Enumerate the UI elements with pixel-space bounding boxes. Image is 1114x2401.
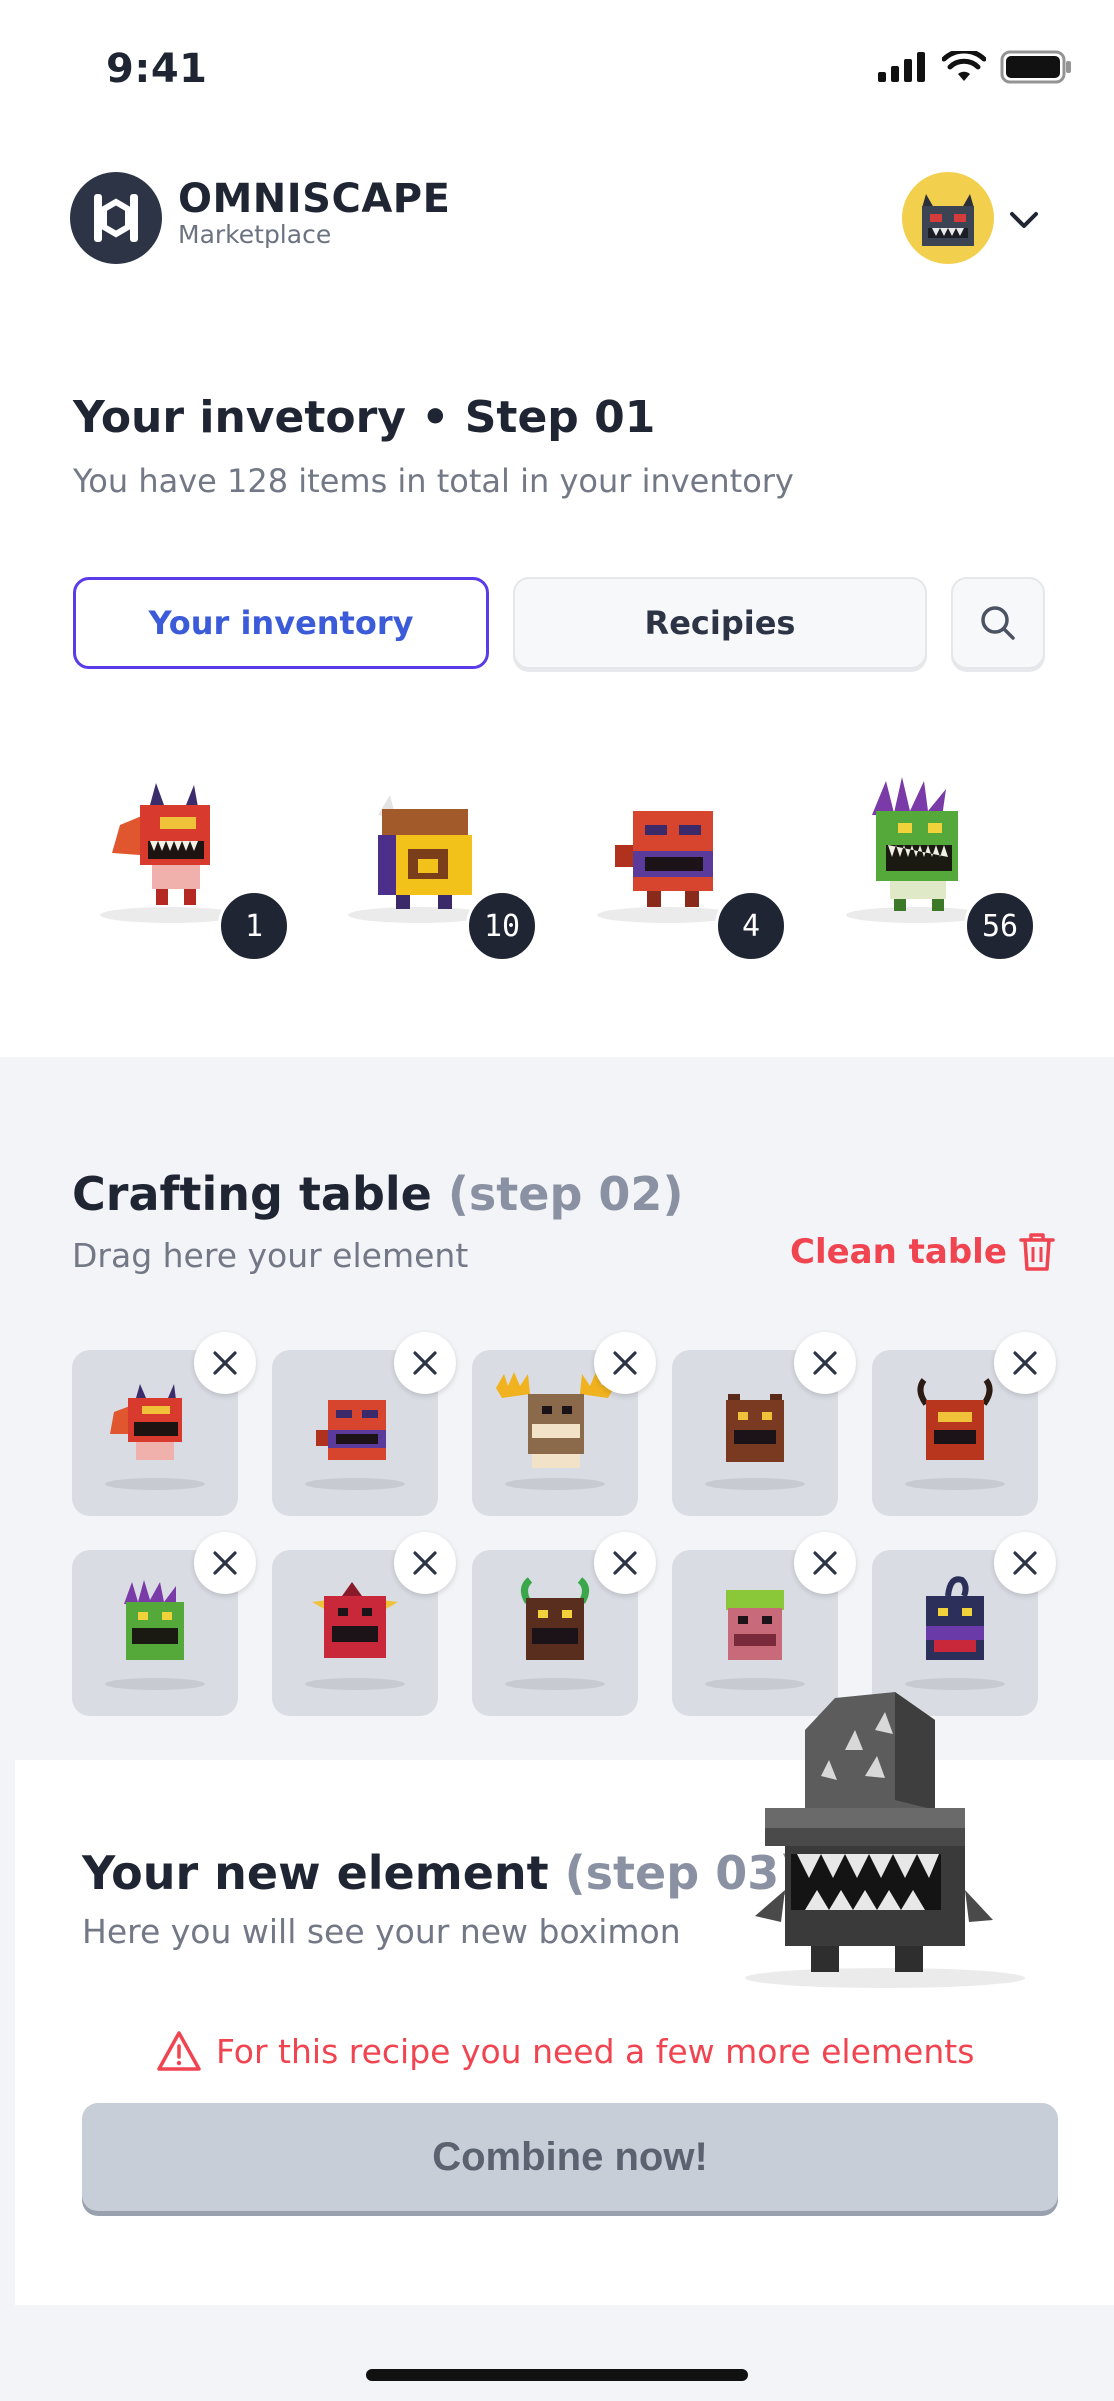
wifi-icon xyxy=(942,51,986,81)
clean-table-label: Clean table xyxy=(790,1232,1007,1272)
inventory-item[interactable]: 1 xyxy=(90,775,290,962)
crafting-slot[interactable] xyxy=(72,1332,256,1516)
search-icon xyxy=(981,606,1015,640)
recipe-warning: For this recipe you need a few more elem… xyxy=(156,2030,974,2072)
inventory-title: Your invetory • Step 01 xyxy=(73,392,656,443)
remove-slot-button[interactable] xyxy=(594,1532,656,1594)
omniscape-logo-icon xyxy=(70,172,162,264)
remove-slot-button[interactable] xyxy=(394,1532,456,1594)
remove-slot-button[interactable] xyxy=(394,1332,456,1394)
warning-icon xyxy=(157,2031,201,2071)
item-quantity-badge: 4 xyxy=(715,890,787,962)
battery-icon xyxy=(1000,50,1071,84)
close-icon xyxy=(413,1551,437,1575)
crafting-slot[interactable] xyxy=(472,1332,656,1516)
remove-slot-button[interactable] xyxy=(794,1532,856,1594)
close-icon xyxy=(413,1351,437,1375)
status-time: 9:41 xyxy=(106,46,208,92)
avatar-boximon-icon xyxy=(922,194,974,246)
result-subtitle: Here you will see your new boximon xyxy=(82,1912,681,1951)
item-quantity-badge: 1 xyxy=(218,890,290,962)
result-title: Your new element (step 03) xyxy=(82,1846,800,1900)
inventory-item[interactable]: 10 xyxy=(338,775,538,962)
brand-subtitle: Marketplace xyxy=(178,220,332,249)
signal-icon xyxy=(878,52,925,82)
remove-slot-button[interactable] xyxy=(994,1332,1056,1394)
inventory-subtitle: You have 128 items in total in your inve… xyxy=(73,462,794,500)
crafting-slot[interactable] xyxy=(272,1332,456,1516)
recipe-warning-text: For this recipe you need a few more elem… xyxy=(216,2031,975,2071)
chevron-down-icon[interactable] xyxy=(1004,200,1044,240)
crafting-subtitle: Drag here your element xyxy=(72,1236,469,1275)
close-icon xyxy=(613,1551,637,1575)
crafting-slot[interactable] xyxy=(272,1532,456,1716)
remove-slot-button[interactable] xyxy=(994,1532,1056,1594)
close-icon xyxy=(213,1551,237,1575)
close-icon xyxy=(1013,1551,1037,1575)
remove-slot-button[interactable] xyxy=(194,1532,256,1594)
status-icons xyxy=(878,50,1072,84)
crafting-slot[interactable] xyxy=(872,1332,1056,1516)
gray-boximon-preview-icon xyxy=(745,1692,1025,1988)
brand-name: OMNISCAPE xyxy=(178,176,451,222)
remove-slot-button[interactable] xyxy=(194,1332,256,1394)
clean-table-button[interactable]: Clean table xyxy=(790,1232,1055,1272)
avatar[interactable] xyxy=(902,172,994,264)
crafting-slot[interactable] xyxy=(472,1532,656,1716)
crafting-title-step: (step 02) xyxy=(447,1167,684,1221)
inventory-item[interactable]: 56 xyxy=(836,775,1036,962)
close-icon xyxy=(813,1351,837,1375)
brand: OMNISCAPE Marketplace xyxy=(178,176,450,249)
close-icon xyxy=(613,1351,637,1375)
inventory-item[interactable]: 4 xyxy=(587,775,787,962)
search-button[interactable] xyxy=(951,577,1045,669)
tab-recipies[interactable]: Recipies xyxy=(513,577,927,669)
crafting-slot[interactable] xyxy=(72,1532,256,1716)
close-icon xyxy=(1013,1351,1037,1375)
close-icon xyxy=(813,1551,837,1575)
combine-now-button[interactable]: Combine now! xyxy=(82,2103,1058,2211)
remove-slot-button[interactable] xyxy=(794,1332,856,1394)
crafting-title: Crafting table (step 02) xyxy=(72,1167,683,1221)
item-quantity-badge: 56 xyxy=(964,890,1036,962)
trash-icon xyxy=(1019,1233,1055,1271)
tab-your-inventory[interactable]: Your inventory xyxy=(73,577,489,669)
crafting-slot[interactable] xyxy=(672,1332,856,1516)
crafting-title-text: Crafting table xyxy=(72,1167,432,1221)
remove-slot-button[interactable] xyxy=(594,1332,656,1394)
home-indicator[interactable] xyxy=(366,2369,748,2381)
item-quantity-badge: 10 xyxy=(466,890,538,962)
close-icon xyxy=(213,1351,237,1375)
result-title-text: Your new element xyxy=(82,1846,549,1900)
